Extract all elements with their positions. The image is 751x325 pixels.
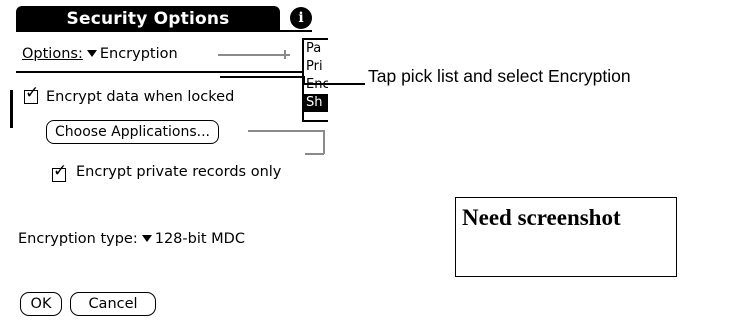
title-bar: Security Options i: [16, 6, 312, 32]
placeholder-box: Need screenshot: [455, 197, 677, 277]
options-divider: [16, 71, 306, 73]
callout-instruction: Tap pick list and select Encryption: [368, 66, 631, 86]
options-picklist[interactable]: Options: Encryption: [22, 46, 178, 62]
picklist-item-selected[interactable]: Sh: [304, 94, 328, 112]
callout-line-horizontal: [220, 76, 304, 78]
palm-screen: Security Options i Options: Encryption Pa…: [10, 0, 328, 325]
options-arrow-line: [218, 54, 290, 56]
choose-apps-connector-h2: [305, 153, 324, 155]
ok-button[interactable]: OK: [20, 292, 62, 316]
options-dropdown[interactable]: Pa Pri Enc Sh: [302, 38, 328, 122]
encrypt-when-locked-label: Encrypt data when locked: [46, 89, 235, 105]
picklist-item-encryption[interactable]: Enc: [304, 76, 328, 94]
title-underline: [16, 30, 312, 32]
choose-apps-connector-h: [248, 130, 324, 132]
encrypt-when-locked-row[interactable]: Encrypt data when locked: [24, 83, 235, 105]
encryption-type-row[interactable]: Encryption type: 128-bit MDC: [18, 231, 245, 247]
encrypt-when-locked-checkbox[interactable]: [24, 83, 39, 104]
encrypt-private-checkbox[interactable]: [52, 161, 67, 182]
options-arrow-head: [284, 50, 286, 59]
picklist-item-private[interactable]: Pri: [304, 58, 328, 76]
choose-apps-connector-v: [323, 130, 325, 154]
encryption-type-value[interactable]: 128-bit MDC: [155, 231, 245, 247]
options-label: Options:: [22, 46, 83, 62]
cancel-button[interactable]: Cancel: [70, 292, 156, 316]
picklist-arrow-icon[interactable]: [86, 50, 97, 57]
callout-line-to-text: [303, 83, 365, 85]
encrypt-private-label: Encrypt private records only: [76, 164, 282, 180]
encryption-type-arrow-icon[interactable]: [141, 235, 152, 242]
dialog-title: Security Options: [16, 6, 280, 32]
options-value[interactable]: Encryption: [100, 46, 178, 62]
encrypt-private-row[interactable]: Encrypt private records only: [52, 161, 302, 182]
info-icon[interactable]: i: [290, 7, 312, 29]
picklist-item-passwords[interactable]: Pa: [304, 40, 328, 58]
encryption-type-label: Encryption type:: [18, 231, 138, 247]
choose-applications-button[interactable]: Choose Applications...: [46, 120, 220, 144]
screen-edge: [10, 90, 13, 128]
